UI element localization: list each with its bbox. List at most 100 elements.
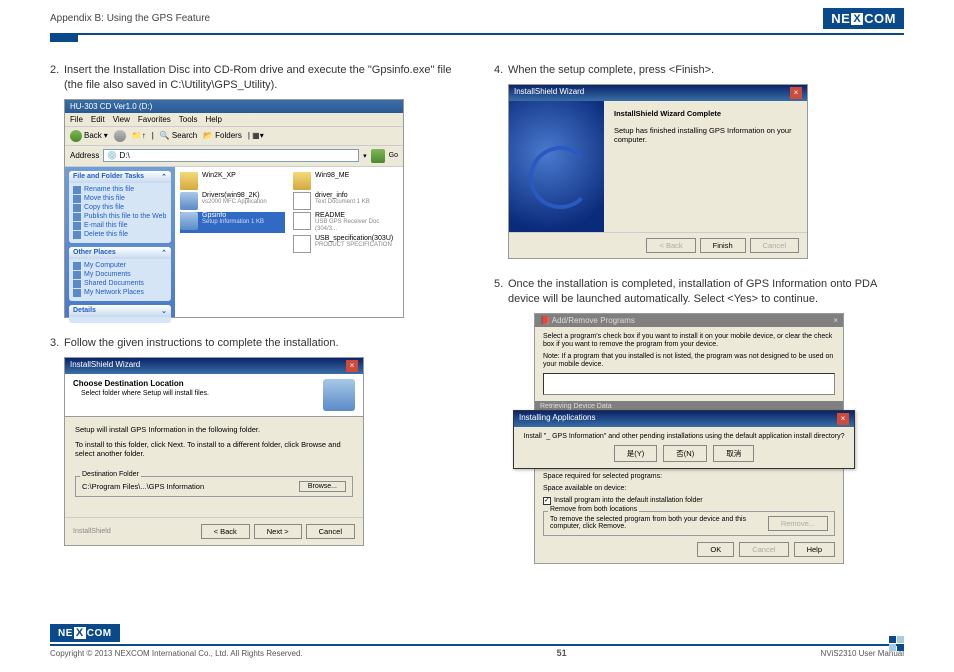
back-button[interactable]: < Back bbox=[201, 524, 250, 539]
task-item[interactable]: Publish this file to the Web bbox=[73, 213, 167, 221]
wizard-graphic bbox=[509, 101, 604, 232]
folder-icon bbox=[180, 172, 198, 190]
brand-label: InstallShield bbox=[73, 528, 111, 535]
menu-item[interactable]: File bbox=[70, 115, 83, 124]
task-icon bbox=[73, 186, 81, 194]
task-item[interactable]: Delete this file bbox=[73, 231, 167, 239]
page-header: Appendix B: Using the GPS Feature NEXCOM bbox=[0, 0, 954, 29]
close-icon[interactable]: × bbox=[790, 87, 802, 99]
forward-icon[interactable] bbox=[114, 130, 126, 142]
menu-item[interactable]: Favorites bbox=[138, 115, 171, 124]
wizard-body: Setup will install GPS Information in th… bbox=[65, 417, 363, 517]
dialog-text: Note: If a program that you installed is… bbox=[543, 353, 835, 369]
file-item[interactable]: driver_infoText Document 1 KB bbox=[293, 192, 398, 210]
file-item[interactable]: GpsinfoSetup Information 1 KB bbox=[180, 212, 285, 233]
complete-text: Setup has finished installing GPS Inform… bbox=[614, 126, 797, 144]
dialog-text: Select a program's check box if you want… bbox=[543, 333, 835, 349]
footer-rule bbox=[50, 644, 904, 646]
wizard-heading: Choose Destination Location bbox=[73, 379, 209, 388]
step-3: 3. Follow the given instructions to comp… bbox=[50, 336, 460, 351]
close-icon[interactable]: × bbox=[833, 316, 838, 325]
window-title: HU-303 CD Ver1.0 (D:) bbox=[65, 100, 403, 113]
step-num: 3. bbox=[50, 336, 64, 351]
place-item[interactable]: My Network Places bbox=[73, 289, 167, 297]
collapse-icon[interactable]: ⌃ bbox=[161, 249, 167, 257]
section-title: Appendix B: Using the GPS Feature bbox=[50, 13, 210, 24]
place-item[interactable]: My Documents bbox=[73, 271, 167, 279]
menu-item[interactable]: View bbox=[113, 115, 130, 124]
program-list[interactable] bbox=[543, 373, 835, 395]
folders-button[interactable]: 📂 Folders bbox=[203, 131, 242, 140]
finish-button[interactable]: Finish bbox=[700, 238, 746, 253]
next-button[interactable]: Next > bbox=[254, 524, 302, 539]
details-panel: Details⌄ bbox=[69, 305, 171, 323]
task-icon bbox=[73, 231, 81, 239]
close-icon[interactable]: × bbox=[837, 413, 849, 425]
place-icon bbox=[73, 280, 81, 288]
space-available: Space available on device: bbox=[543, 485, 835, 493]
menu-item[interactable]: Tools bbox=[179, 115, 198, 124]
header-rule bbox=[50, 33, 904, 35]
wizard-text: Setup will install GPS Information in th… bbox=[75, 425, 353, 434]
task-item[interactable]: Rename this file bbox=[73, 186, 167, 194]
yes-button[interactable]: 是(Y) bbox=[614, 445, 658, 462]
address-input[interactable]: 💿 D:\ bbox=[103, 149, 359, 162]
cancel-button[interactable]: Cancel bbox=[306, 524, 355, 539]
file-item[interactable]: READMEUSB GPS Receiver Doc (304/3... bbox=[293, 212, 398, 233]
step-num: 2. bbox=[50, 63, 64, 93]
back-button[interactable]: < Back bbox=[646, 238, 695, 253]
space-required: Space required for selected programs: bbox=[543, 473, 835, 481]
browse-button[interactable]: Browse... bbox=[299, 481, 346, 492]
right-column: 4. When the setup complete, press <Finis… bbox=[494, 63, 904, 582]
menu-item[interactable]: Edit bbox=[91, 115, 105, 124]
file-item[interactable]: Win98_ME bbox=[293, 172, 398, 190]
menu-item[interactable]: Help bbox=[205, 115, 221, 124]
default-folder-check[interactable]: Install program into the default install… bbox=[543, 497, 835, 505]
cancel-button[interactable]: Cancel bbox=[750, 238, 799, 253]
close-icon[interactable]: × bbox=[346, 360, 358, 372]
step-5: 5. Once the installation is completed, i… bbox=[494, 277, 904, 307]
back-button[interactable]: Back ▾ bbox=[70, 130, 108, 142]
task-item[interactable]: Copy this file bbox=[73, 204, 167, 212]
txt-icon bbox=[293, 192, 311, 210]
step-2: 2. Insert the Installation Disc into CD-… bbox=[50, 63, 460, 93]
place-item[interactable]: My Computer bbox=[73, 262, 167, 270]
go-button[interactable] bbox=[371, 149, 385, 163]
help-button[interactable]: Help bbox=[794, 542, 835, 557]
file-item[interactable]: USB_specification(303U)PRODUCT SPECIFICA… bbox=[293, 235, 398, 253]
up-icon[interactable]: 📁↑ bbox=[132, 131, 146, 140]
expand-icon[interactable]: ⌄ bbox=[161, 307, 167, 315]
wizard-footer: < Back Finish Cancel bbox=[509, 232, 807, 258]
remove-button[interactable]: Remove... bbox=[768, 516, 828, 531]
screenshot-wizard-finish: InstallShield Wizard× InstallShield Wiza… bbox=[508, 84, 808, 259]
step-text: Follow the given instructions to complet… bbox=[64, 336, 460, 351]
search-button[interactable]: 🔍 Search bbox=[160, 131, 197, 140]
ok-button[interactable]: OK bbox=[697, 542, 734, 557]
back-icon bbox=[70, 130, 82, 142]
side-panel: File and Folder Tasks⌃ Rename this file … bbox=[65, 167, 175, 317]
cancel-button[interactable]: 取消 bbox=[713, 445, 754, 462]
task-item[interactable]: E-mail this file bbox=[73, 222, 167, 230]
no-button[interactable]: 否(N) bbox=[663, 445, 707, 462]
file-item[interactable]: Drivers(win98_2K)vs2000 MFC Application bbox=[180, 192, 285, 210]
tasks-panel: File and Folder Tasks⌃ Rename this file … bbox=[69, 171, 171, 243]
cancel-button[interactable]: Cancel bbox=[739, 542, 788, 557]
wizard-header: Choose Destination Location Select folde… bbox=[65, 374, 363, 417]
file-item[interactable]: Win2K_XP bbox=[180, 172, 285, 190]
doc-icon bbox=[293, 235, 311, 253]
footer-logo: NEXCOM bbox=[50, 624, 120, 642]
task-icon bbox=[73, 222, 81, 230]
toolbar: Back ▾ 📁↑ | 🔍 Search 📂 Folders | ▦▾ bbox=[65, 127, 403, 146]
destination-group: Destination Folder C:\Program Files\...\… bbox=[75, 476, 353, 497]
complete-heading: InstallShield Wizard Complete bbox=[614, 109, 797, 118]
page-footer: NEXCOM Copyright © 2013 NEXCOM Internati… bbox=[50, 624, 904, 658]
collapse-icon[interactable]: ⌃ bbox=[161, 173, 167, 181]
nexcom-logo: NEXCOM bbox=[823, 8, 904, 29]
copyright: Copyright © 2013 NEXCOM International Co… bbox=[50, 649, 303, 658]
menu-bar: File Edit View Favorites Tools Help bbox=[65, 113, 403, 127]
group-legend: Remove from both locations bbox=[548, 506, 639, 513]
step-text: Insert the Installation Disc into CD-Rom… bbox=[64, 63, 460, 93]
place-item[interactable]: Shared Documents bbox=[73, 280, 167, 288]
step-4: 4. When the setup complete, press <Finis… bbox=[494, 63, 904, 78]
task-item[interactable]: Move this file bbox=[73, 195, 167, 203]
